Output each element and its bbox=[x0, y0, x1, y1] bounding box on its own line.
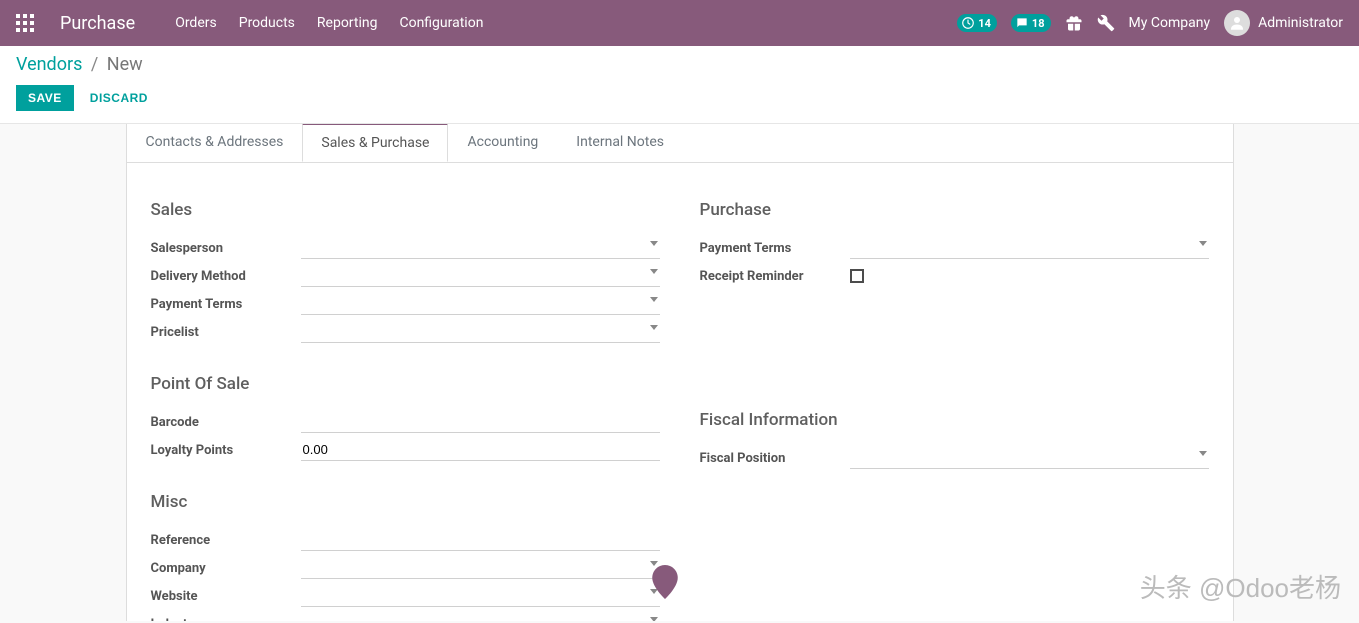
control-panel: Vendors / New SAVE DISCARD bbox=[0, 46, 1359, 124]
form-sheet: Contacts & Addresses Sales & Purchase Ac… bbox=[126, 124, 1234, 621]
dropdown-icon[interactable] bbox=[650, 241, 658, 246]
input-delivery-method[interactable] bbox=[301, 265, 660, 286]
label-website: Website bbox=[151, 589, 301, 604]
input-payment-terms-purchase[interactable] bbox=[850, 237, 1209, 258]
apps-icon[interactable] bbox=[16, 14, 34, 32]
section-purchase-title: Purchase bbox=[700, 200, 1209, 220]
input-barcode[interactable] bbox=[301, 411, 660, 433]
messages-count: 18 bbox=[1032, 17, 1045, 30]
section-fiscal: Fiscal Information Fiscal Position bbox=[700, 410, 1209, 472]
label-company: Company bbox=[151, 561, 301, 576]
section-fiscal-title: Fiscal Information bbox=[700, 410, 1209, 430]
menu-orders[interactable]: Orders bbox=[175, 15, 217, 31]
form-scroll[interactable]: Contacts & Addresses Sales & Purchase Ac… bbox=[0, 124, 1359, 621]
dropdown-icon[interactable] bbox=[650, 617, 658, 621]
pin-icon bbox=[652, 565, 678, 603]
menu-configuration[interactable]: Configuration bbox=[399, 15, 483, 31]
section-pos-title: Point Of Sale bbox=[151, 374, 660, 394]
section-sales-title: Sales bbox=[151, 200, 660, 220]
notebook-tabs: Contacts & Addresses Sales & Purchase Ac… bbox=[127, 124, 1233, 163]
input-salesperson[interactable] bbox=[301, 237, 660, 258]
label-fiscal-position: Fiscal Position bbox=[700, 451, 850, 466]
dropdown-icon[interactable] bbox=[650, 297, 658, 302]
section-misc: Misc Reference Company Website Industry bbox=[151, 492, 660, 621]
tools-icon[interactable] bbox=[1097, 14, 1115, 32]
activities-count: 14 bbox=[978, 17, 991, 30]
section-pos: Point Of Sale Barcode Loyalty Points bbox=[151, 374, 660, 464]
dropdown-icon[interactable] bbox=[650, 325, 658, 330]
input-industry[interactable] bbox=[301, 613, 660, 621]
top-menu: Orders Products Reporting Configuration bbox=[175, 15, 483, 31]
tab-contacts[interactable]: Contacts & Addresses bbox=[127, 124, 303, 162]
activities-button[interactable]: 14 bbox=[957, 14, 997, 32]
messages-button[interactable]: 18 bbox=[1011, 14, 1051, 32]
section-purchase: Purchase Payment Terms Receipt Reminder bbox=[700, 200, 1209, 290]
dropdown-icon[interactable] bbox=[1199, 451, 1207, 456]
label-salesperson: Salesperson bbox=[151, 241, 301, 256]
breadcrumb-vendors[interactable]: Vendors bbox=[16, 54, 82, 75]
tab-accounting[interactable]: Accounting bbox=[448, 124, 557, 162]
user-menu[interactable]: Administrator bbox=[1224, 10, 1343, 36]
checkbox-receipt-reminder[interactable] bbox=[850, 269, 864, 283]
tab-sales-purchase[interactable]: Sales & Purchase bbox=[302, 124, 448, 162]
label-reference: Reference bbox=[151, 533, 301, 548]
clock-icon bbox=[961, 16, 975, 30]
chat-icon bbox=[1015, 16, 1029, 30]
breadcrumb-current: New bbox=[107, 54, 143, 75]
input-loyalty-points[interactable] bbox=[301, 439, 660, 461]
topbar: Purchase Orders Products Reporting Confi… bbox=[0, 0, 1359, 46]
input-reference[interactable] bbox=[301, 529, 660, 551]
save-button[interactable]: SAVE bbox=[16, 85, 74, 111]
label-receipt-reminder: Receipt Reminder bbox=[700, 269, 850, 284]
gift-icon[interactable] bbox=[1065, 14, 1083, 32]
section-misc-title: Misc bbox=[151, 492, 660, 512]
menu-reporting[interactable]: Reporting bbox=[317, 15, 378, 31]
label-pricelist: Pricelist bbox=[151, 325, 301, 340]
app-title[interactable]: Purchase bbox=[60, 13, 135, 34]
dropdown-icon[interactable] bbox=[650, 269, 658, 274]
breadcrumb: Vendors / New bbox=[16, 54, 1343, 75]
label-barcode: Barcode bbox=[151, 415, 301, 430]
dropdown-icon[interactable] bbox=[1199, 241, 1207, 246]
label-payment-terms-purchase: Payment Terms bbox=[700, 241, 850, 256]
input-payment-terms-sales[interactable] bbox=[301, 293, 660, 314]
tab-internal-notes[interactable]: Internal Notes bbox=[557, 124, 683, 162]
input-pricelist[interactable] bbox=[301, 321, 660, 342]
avatar-icon bbox=[1224, 10, 1250, 36]
input-fiscal-position[interactable] bbox=[850, 447, 1209, 468]
user-name: Administrator bbox=[1258, 15, 1343, 31]
section-sales: Sales Salesperson Delivery Method Paymen… bbox=[151, 200, 660, 346]
label-delivery-method: Delivery Method bbox=[151, 269, 301, 284]
breadcrumb-sep: / bbox=[91, 54, 98, 75]
label-industry: Industry bbox=[151, 617, 301, 622]
label-payment-terms-sales: Payment Terms bbox=[151, 297, 301, 312]
input-company[interactable] bbox=[301, 557, 660, 578]
company-selector[interactable]: My Company bbox=[1129, 15, 1211, 31]
menu-products[interactable]: Products bbox=[239, 15, 295, 31]
discard-button[interactable]: DISCARD bbox=[90, 91, 148, 105]
input-website[interactable] bbox=[301, 585, 660, 606]
label-loyalty-points: Loyalty Points bbox=[151, 443, 301, 458]
